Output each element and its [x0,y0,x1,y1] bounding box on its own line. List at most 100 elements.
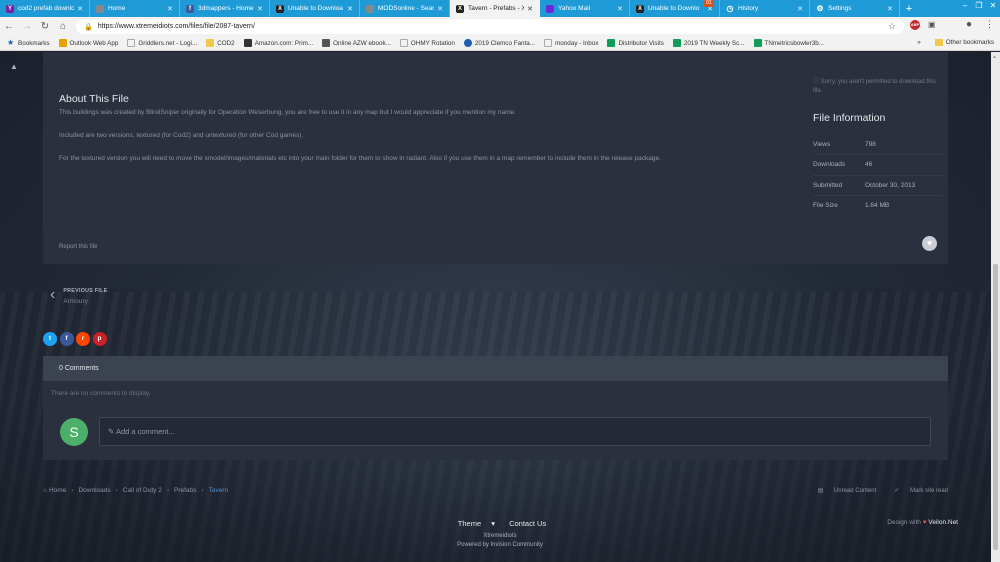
page-scrollbar[interactable]: ▲ [991,52,1000,562]
breadcrumb-downloads[interactable]: Downloads [78,487,110,494]
file-info-title: File Information [813,112,886,124]
breadcrumb-cod2[interactable]: Call of Duty 2 [123,487,162,494]
caret-down-icon: ▾ [489,519,495,528]
window-controls: – ❐ ✕ [958,0,1000,12]
design-credit[interactable]: Design with ♥ Veilon.Net [887,519,958,526]
extension-icon[interactable]: ▣ [928,20,936,29]
report-file-link[interactable]: Report this file [59,244,97,250]
bookmark-label: Amazon.com: Prim... [254,39,314,47]
contact-us-link[interactable]: Contact Us [509,519,546,528]
avatar[interactable]: S [60,418,88,446]
bookmark-item[interactable]: COD2 [206,39,235,47]
home-icon: ⌂ [43,487,47,494]
twitter-share-icon[interactable]: t [43,332,57,346]
adblock-icon[interactable]: ABP [910,20,920,30]
info-icon: ⓘ [813,79,821,85]
bookmark-label: Bookmarks [18,39,50,47]
tab-close-icon[interactable]: ✕ [347,5,353,13]
bookmark-item[interactable]: 2019 Clemco Fanta... [463,39,536,47]
bookmark-item[interactable]: monday - Inbox [544,39,598,47]
scroll-top-arrow-icon[interactable]: ▲ [10,62,18,71]
unread-icon: ▤ [817,488,825,494]
reload-icon[interactable]: ↻ [36,21,54,32]
tab-close-icon[interactable]: ✕ [167,5,173,13]
bookmark-item[interactable]: OHMY Rotation [399,39,455,47]
browser-tab[interactable]: MODSonline - Searc ✕ [360,0,450,17]
file-info-row: Downloads 46 [813,154,943,174]
mark-site-read-link[interactable]: ✓ Mark site read [885,487,948,494]
url-text: https://www.xtremeidiots.com/files/file/… [97,23,255,30]
other-bookmarks[interactable]: » Other bookmarks [917,39,994,46]
tab-favicon [366,4,374,13]
scrollbar-thumb[interactable] [993,264,998,550]
facebook-share-icon[interactable]: f [59,332,74,346]
bookmark-item[interactable]: 2019 TN Weekly Sc... [672,39,745,47]
tab-close-icon[interactable]: ✕ [797,5,803,13]
bookmark-label: 2019 Clemco Fanta... [474,39,536,47]
browser-tab[interactable]: ◷ History ✕ [720,0,810,17]
theme-menu[interactable]: Theme ▾ [454,519,499,528]
bookmark-item[interactable]: Griddlers.net - Logi... [127,39,197,47]
browser-tab[interactable]: ⚙ Settings ✕ [810,0,900,17]
outlook-icon [58,39,67,47]
bookmark-item[interactable]: Online AZW ebook... [322,39,391,47]
back-arrow-icon[interactable]: ← [0,21,18,32]
browser-tab[interactable]: X Unable to Downloa ✕ [270,0,360,17]
breadcrumb-separator: › [71,487,74,494]
tab-close-icon[interactable]: ✕ [617,5,623,13]
bookmark-item[interactable]: Outlook Web App [58,39,118,47]
tab-close-icon[interactable]: ✕ [257,5,263,13]
description-paragraph: This buildings was created by BlindSnipe… [59,109,516,116]
ebook-icon [322,39,331,47]
browser-tab[interactable]: Home ✕ [90,0,180,17]
file-info-row: Submitted October 30, 2013 [813,174,943,195]
folder-icon [934,39,943,46]
page-icon [127,39,136,47]
new-tab-button[interactable]: + [900,0,918,17]
bookmark-item[interactable]: Amazon.com: Prim... [243,39,314,47]
comments-section: There are no comments to display. S ✎ Ad… [43,381,948,460]
bookmark-item[interactable]: ★ Bookmarks [7,39,50,47]
home-icon[interactable]: ⌂ [54,21,72,32]
pinterest-share-icon[interactable]: p [92,332,107,346]
previous-file-link[interactable]: ‹ PREVIOUS FILE Armoury [50,287,108,306]
page-content: ▲ About This File This buildings was cre… [0,52,1000,562]
folder-icon [206,39,215,47]
close-icon[interactable]: ✕ [986,0,1000,12]
comments-header: 0 Comments [43,356,948,381]
breadcrumb-current[interactable]: Tavern [209,487,229,494]
add-comment-input[interactable]: ✎ Add a comment... [99,417,931,446]
forward-arrow-icon[interactable]: → [18,21,36,32]
browser-tab[interactable]: Ycod2 prefab downlo ✕ [0,0,90,17]
unread-content-link[interactable]: ▤ Unread Content [809,487,877,494]
scroll-up-arrow-icon[interactable]: ▲ [992,54,997,60]
browser-tab-active[interactable]: X Tavern - Prefabs - X ✕ [450,0,540,17]
browser-tab[interactable]: f 3dmappers - Home ✕ [180,0,270,17]
no-permission-text: Sorry, you aren't permitted to download … [813,79,936,94]
breadcrumb-prefabs[interactable]: Prefabs [174,487,196,494]
browser-tab[interactable]: Yahoo Mail ✕ [540,0,630,17]
breadcrumb-home[interactable]: Home [49,487,66,494]
history-icon: ◷ [726,3,734,13]
info-key: Downloads [813,161,846,169]
reddit-share-icon[interactable]: r [76,332,90,346]
restore-icon[interactable]: ❐ [972,0,986,12]
chevron-right-icon[interactable]: » [917,39,921,46]
minimize-icon[interactable]: – [958,0,972,12]
like-heart-button[interactable]: ♥ [922,236,937,251]
tab-close-icon[interactable]: ✕ [437,5,443,13]
bookmark-item[interactable]: Distributor Visits [607,39,664,47]
powered-by-link[interactable]: Powered by Invision Community [0,541,1000,550]
url-input[interactable]: 🔒 https://www.xtremeidiots.com/files/fil… [76,19,904,34]
bookmark-star-icon[interactable]: ☆ [888,21,896,32]
tab-title: Home [108,5,126,12]
tab-close-icon[interactable]: ✕ [77,5,83,13]
breadcrumb-separator: › [201,487,204,494]
unread-label: Unread Content [833,488,877,494]
tab-close-icon[interactable]: ✕ [527,5,533,13]
menu-dots-icon[interactable]: ⋮ [985,19,994,30]
profile-icon[interactable]: ● [966,19,972,30]
tab-close-icon[interactable]: ✕ [887,5,893,13]
bookmark-item[interactable]: TNmetricsbowler3b... [753,39,824,47]
amazon-icon [243,39,252,47]
